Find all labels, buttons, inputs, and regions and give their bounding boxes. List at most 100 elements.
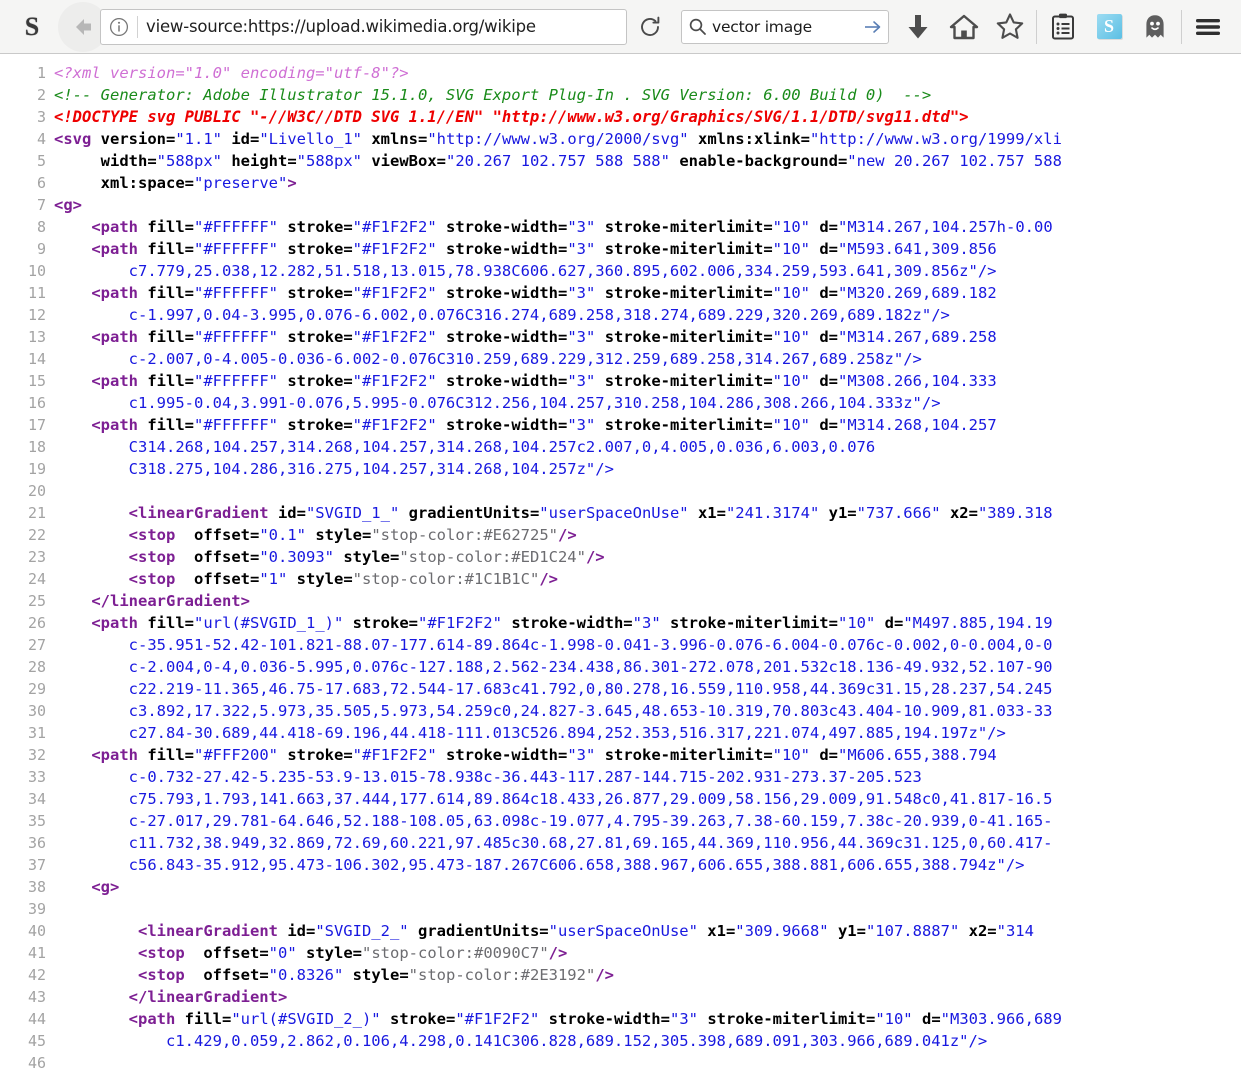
line-text: <path fill="#FFF200" stroke="#F1F2F2" st… [54, 744, 1241, 766]
downloads-icon[interactable] [895, 4, 941, 50]
line-text: c22.219-11.365,46.75-17.683,72.544-17.68… [54, 678, 1241, 700]
code-token: "10" [837, 614, 876, 632]
code-token: "10" [772, 746, 810, 764]
reload-icon[interactable] [629, 15, 671, 39]
code-token: "10" [772, 416, 810, 434]
code-token: offset= [194, 570, 260, 588]
code-token: fill= [147, 218, 194, 236]
line-text: c-0.732-27.42-5.235-53.9-13.015-78.938c-… [54, 766, 1241, 788]
code-token: stroke= [287, 240, 353, 258]
line-text: <!-- Generator: Adobe Illustrator 15.1.0… [54, 84, 1241, 106]
code-token: "stop-color:#0090C7" [362, 944, 549, 962]
line-text: <path fill="#FFFFFF" stroke="#F1F2F2" st… [54, 370, 1241, 392]
code-token: id= [231, 130, 260, 148]
line-text: c56.843-35.912,95.473-106.302,95.473-187… [54, 854, 1241, 876]
code-line: 4 <svg version="1.1" id="Livello_1" xmlns… [0, 128, 1241, 150]
code-token: "M606.655,388.794 [838, 746, 997, 764]
code-token: "stop-color:#ED1C24" [399, 548, 586, 566]
code-line: 32 <path fill="#FFF200" stroke="#F1F2F2"… [0, 744, 1241, 766]
code-line: 18 C314.268,104.257,314.268,104.257,314.… [0, 436, 1241, 458]
code-line: 45 c1.429,0.059,2.862,0.106,4.298,0.141C… [0, 1030, 1241, 1052]
code-line: 30 c3.892,17.322,5.973,35.505,5.973,54.2… [0, 700, 1241, 722]
code-line: 21 <linearGradient id="SVGID_1_" gradien… [0, 502, 1241, 524]
info-circle-icon[interactable] [101, 17, 137, 37]
line-text: <path fill="#FFFFFF" stroke="#F1F2F2" st… [54, 414, 1241, 436]
code-token: "M314.267,104.257h-0.00 [838, 218, 1053, 236]
code-token: c11.732,38.949,32.869,72.69,60.221,97.48… [54, 834, 1053, 852]
code-token: offset= [194, 548, 260, 566]
code-token: stroke= [287, 416, 353, 434]
code-token: C318.275,104.286,316.275,104.257,314.268… [54, 460, 614, 478]
line-text: c3.892,17.322,5.973,35.505,5.973,54.259c… [54, 700, 1241, 722]
code-token: d= [819, 284, 839, 302]
code-token: "#F1F2F2" [352, 284, 437, 302]
code-token: "#FFFFFF" [194, 416, 278, 434]
line-number: 5 [36, 152, 46, 170]
line-text: c7.779,25.038,12.282,51.518,13.015,78.93… [54, 260, 1241, 282]
line-text: c27.84-30.689,44.418-69.196,44.418-111.0… [54, 722, 1241, 744]
code-token: gradientUnits= [408, 504, 540, 522]
code-line: 24 <stop offset="1" style="stop-color:#1… [0, 568, 1241, 590]
bookmark-star-icon[interactable] [987, 4, 1033, 50]
address-bar-url[interactable]: view-source:https://upload.wikimedia.org… [138, 17, 626, 36]
search-input[interactable]: vector image [712, 18, 858, 36]
code-token: c1.995-0.04,3.991-0.076,5.995-0.076C312.… [54, 394, 941, 412]
code-token: stroke= [287, 284, 353, 302]
address-bar[interactable]: view-source:https://upload.wikimedia.org… [100, 8, 627, 45]
extension-s-icon[interactable]: S [1086, 4, 1132, 50]
code-token: stroke-width= [446, 746, 568, 764]
code-token: "0" [268, 944, 297, 962]
line-text: c-27.017,29.781-64.646,52.188-108.05,63.… [54, 810, 1241, 832]
code-token: "M314.267,689.258 [838, 328, 997, 346]
line-text: <linearGradient id="SVGID_2_" gradientUn… [54, 920, 1241, 942]
code-token: "10" [772, 240, 810, 258]
menu-hamburger-icon[interactable] [1185, 4, 1231, 50]
code-token: <path [128, 1010, 185, 1028]
search-magnifier-icon [682, 17, 712, 36]
code-token: stroke-miterlimit= [604, 416, 773, 434]
code-token: d= [819, 218, 839, 236]
code-token: "M308.266,104.333 [838, 372, 997, 390]
code-token: <linearGradient [128, 504, 278, 522]
code-token: stroke-miterlimit= [604, 284, 773, 302]
browser-logo: S [24, 11, 40, 41]
code-token: > [287, 174, 297, 192]
reading-list-icon[interactable] [1040, 4, 1086, 50]
code-line: 2 <!-- Generator: Adobe Illustrator 15.1.… [0, 84, 1241, 106]
line-number: 23 [27, 548, 46, 566]
code-token: gradientUnits= [417, 922, 549, 940]
ghostery-icon[interactable] [1132, 4, 1178, 50]
code-token: "#F1F2F2" [352, 218, 437, 236]
search-bar[interactable]: vector image [681, 9, 889, 44]
code-token: style= [296, 570, 353, 588]
code-token: <path [91, 284, 148, 302]
code-line: 31 c27.84-30.689,44.418-69.196,44.418-11… [0, 722, 1241, 744]
code-token: "userSpaceOnUse" [548, 922, 698, 940]
code-token: "10" [875, 1010, 913, 1028]
arrow-right-icon[interactable] [858, 18, 888, 36]
code-token: c-1.997,0.04-3.995,0.076-6.002,0.076C316… [54, 306, 950, 324]
line-number: 18 [27, 438, 46, 456]
line-text: width="588px" height="588px" viewBox="20… [54, 150, 1241, 172]
home-icon[interactable] [941, 4, 987, 50]
line-number: 28 [27, 658, 46, 676]
